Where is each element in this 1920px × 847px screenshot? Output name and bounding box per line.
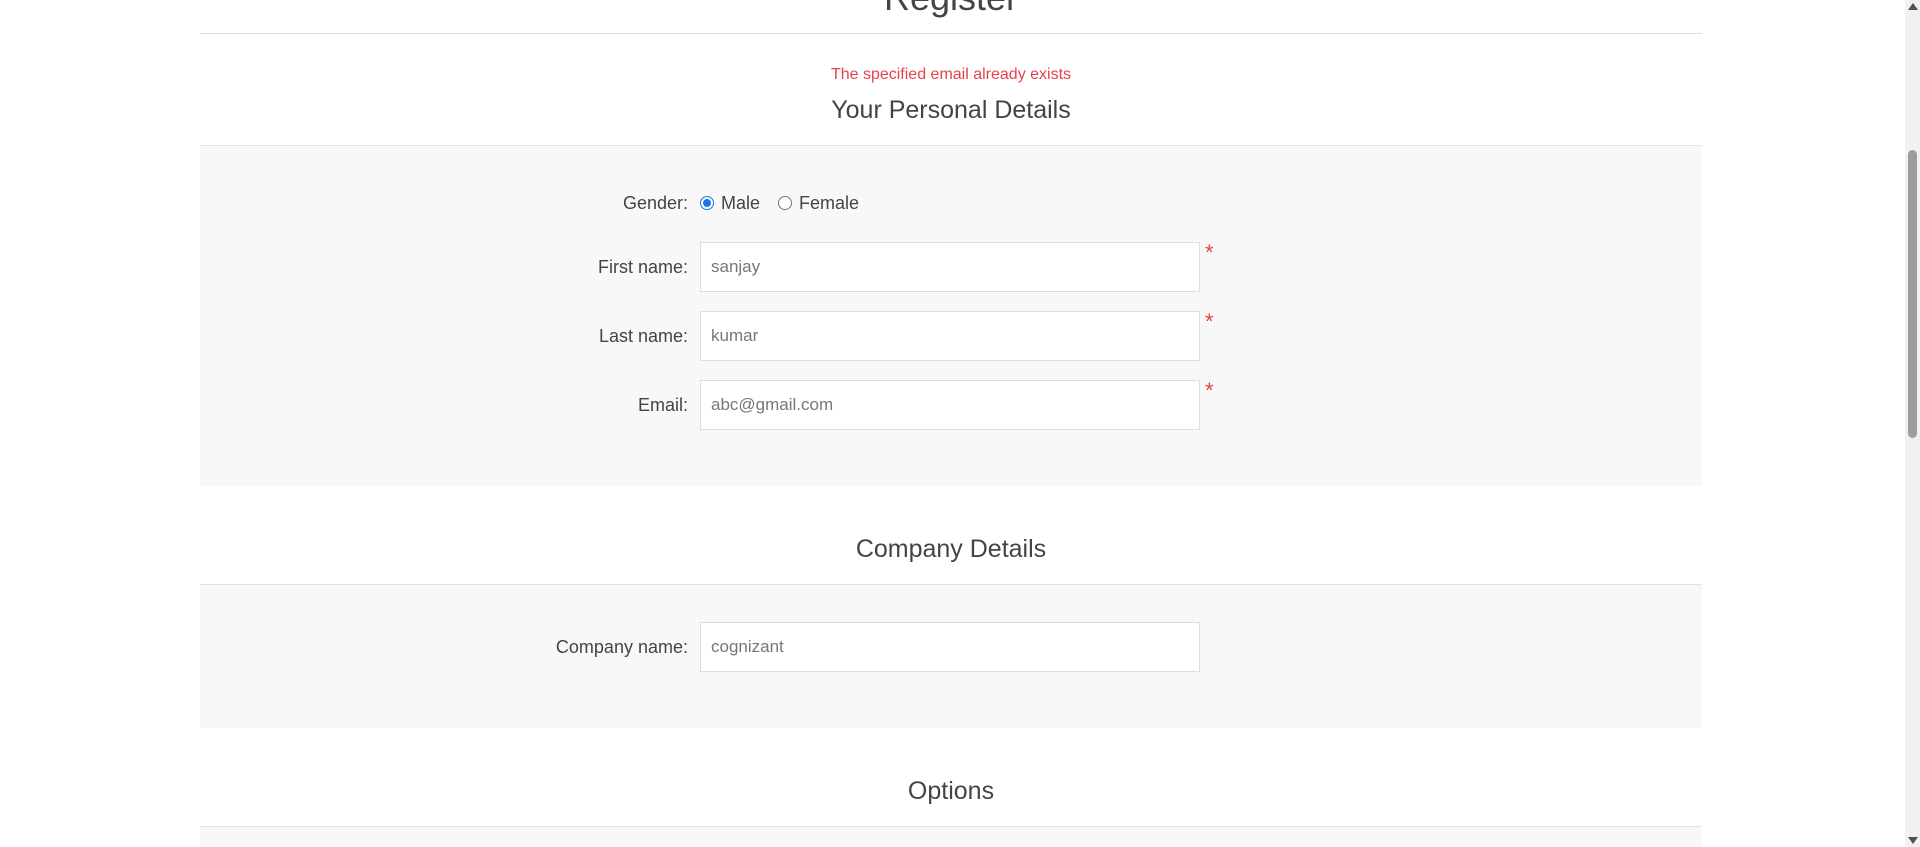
first-name-input[interactable] bbox=[700, 242, 1200, 292]
email-row: Email: * bbox=[200, 380, 1702, 430]
company-name-row: Company name: bbox=[200, 622, 1702, 672]
last-name-required-mark: * bbox=[1205, 309, 1214, 334]
last-name-label: Last name: bbox=[598, 326, 688, 346]
email-input[interactable] bbox=[700, 380, 1200, 430]
first-name-row: First name: * bbox=[200, 242, 1702, 292]
company-details-section: Company name: bbox=[200, 585, 1702, 728]
first-name-label: First name: bbox=[597, 257, 688, 277]
register-page: Register The specified email already exi… bbox=[0, 0, 1905, 847]
last-name-input[interactable] bbox=[700, 311, 1200, 361]
gender-male-radio[interactable] bbox=[700, 196, 714, 210]
gender-label: Gender: bbox=[622, 193, 688, 213]
error-message: The specified email already exists bbox=[830, 66, 1072, 83]
options-title: Options bbox=[907, 777, 995, 805]
company-name-label: Company name: bbox=[555, 637, 688, 657]
title-divider bbox=[200, 33, 1702, 34]
email-required-mark: * bbox=[1205, 378, 1214, 403]
scroll-up-arrow-icon[interactable] bbox=[1908, 3, 1918, 10]
gender-female-label[interactable]: Female bbox=[799, 193, 859, 214]
gender-male-label[interactable]: Male bbox=[721, 193, 760, 214]
first-name-required-mark: * bbox=[1205, 240, 1214, 265]
gender-radio-group: Male Female bbox=[700, 178, 877, 228]
gender-female-radio[interactable] bbox=[778, 196, 793, 210]
company-details-title: Company Details bbox=[855, 535, 1047, 563]
scrollbar-thumb[interactable] bbox=[1908, 150, 1917, 438]
scroll-down-arrow-icon[interactable] bbox=[1908, 837, 1918, 844]
last-name-row: Last name: * bbox=[200, 311, 1702, 361]
page-title: Register bbox=[200, 0, 1702, 33]
personal-details-section: Gender: Male Female First name: * Last n… bbox=[200, 146, 1702, 486]
options-section bbox=[200, 827, 1702, 847]
gender-row: Gender: Male Female bbox=[200, 178, 1702, 228]
email-label: Email: bbox=[637, 395, 688, 415]
vertical-scrollbar[interactable] bbox=[1905, 0, 1920, 847]
company-name-input[interactable] bbox=[700, 622, 1200, 672]
personal-details-title: Your Personal Details bbox=[831, 96, 1071, 124]
